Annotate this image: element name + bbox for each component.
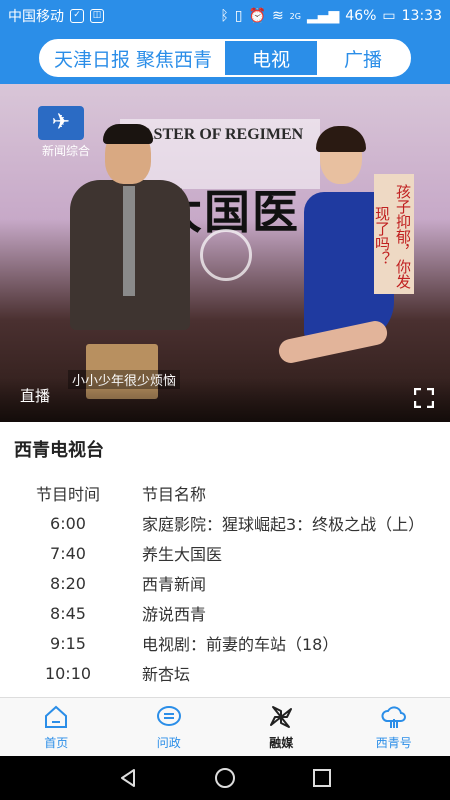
player-control-bar (0, 378, 450, 422)
nav-label: 首页 (44, 736, 69, 750)
table-row[interactable]: 9:15 电视剧：前妻的车站（18） (0, 628, 450, 658)
alarm-icon: ⏰ (248, 8, 266, 24)
nav-label: 融媒 (269, 736, 294, 750)
program-name: 家庭影院：猩球崛起3：终极之战（上） (142, 515, 425, 534)
bluetooth-icon: ᛒ (220, 8, 229, 24)
live-label: 直播 (20, 387, 51, 405)
home-circle-icon[interactable] (214, 767, 236, 789)
cloud-icon (381, 706, 406, 728)
table-row[interactable]: 7:40 养生大国医 (0, 538, 450, 568)
table-row[interactable]: 10:10 新杏坛 (0, 658, 450, 688)
recents-icon[interactable] (311, 767, 333, 789)
program-name: 游说西青 (142, 605, 207, 624)
carrier-label: 中国移动 (8, 9, 64, 25)
wifi-icon: ≋ (271, 8, 284, 24)
tab-radio[interactable]: 广播 (317, 41, 409, 75)
program-time: 10:10 (44, 663, 92, 683)
nav-label: 西青号 (375, 736, 412, 750)
nav-home[interactable]: 首页 (0, 698, 113, 756)
tab-tv[interactable]: 电视 (225, 41, 317, 75)
system-nav-bar (0, 756, 450, 800)
pinwheel-icon (270, 706, 293, 728)
notification-icon: ◫ (90, 9, 104, 23)
tab-newspaper[interactable]: 天津日报 聚焦西青 (41, 41, 225, 75)
nav-label: 问政 (156, 736, 181, 750)
nav-inquiry[interactable]: 问政 (113, 698, 226, 756)
vibrate-icon: ▯ (234, 8, 243, 24)
back-icon[interactable] (117, 767, 139, 789)
bottom-nav: 首页 问政 融媒 西青号 (0, 697, 450, 756)
header: 天津日报 聚焦西青 电视 广播 (0, 32, 450, 84)
table-row[interactable]: 8:45 游说西青 (0, 598, 450, 628)
nav-media[interactable]: 融媒 (225, 698, 338, 756)
video-player[interactable]: ASTER OF REGIMEN 大国医 ✈ 新闻综合 孩子抑郁，你发现了吗？ … (0, 84, 450, 422)
battery-percent: 46% (345, 8, 377, 24)
loading-ring-icon (200, 229, 252, 281)
clock: 13:33 (401, 8, 442, 24)
table-row[interactable]: 6:00 家庭影院：猩球崛起3：终极之战（上） (0, 508, 450, 538)
program-name: 电视剧：前妻的车站（18） (142, 635, 339, 654)
program-schedule[interactable]: 节目时间 节目名称 6:00 家庭影院：猩球崛起3：终极之战（上） 7:40 养… (0, 478, 450, 696)
home-icon (45, 705, 68, 728)
table-row[interactable]: 8:20 西青新闻 (0, 568, 450, 598)
program-name: 新杏坛 (142, 665, 191, 684)
column-header-name: 节目名称 (142, 485, 207, 504)
battery-icon: ▭ (382, 8, 396, 24)
fullscreen-icon[interactable] (414, 388, 434, 408)
program-name: 西青新闻 (142, 575, 207, 594)
program-time: 8:20 (50, 573, 86, 593)
chat-icon (156, 706, 181, 726)
program-name: 养生大国医 (142, 545, 223, 564)
status-bar: 中国移动 ✓ ◫ ᛒ ▯ ⏰ ≋ 2G ▂▄▆ 46% ▭ 13:33 (0, 0, 450, 32)
program-time: 6:00 (50, 513, 86, 533)
station-title: 西青电视台 (14, 440, 104, 461)
program-time: 7:40 (50, 543, 86, 563)
column-header-time: 节目时间 (35, 485, 100, 504)
network-type: 2G (289, 11, 301, 21)
nav-xiqing[interactable]: 西青号 (338, 698, 450, 756)
shield-icon: ✓ (70, 9, 84, 23)
signal-icon: ▂▄▆ (306, 8, 340, 24)
program-time: 9:15 (50, 633, 86, 653)
media-tabs: 天津日报 聚焦西青 电视 广播 (39, 39, 411, 77)
program-time: 8:45 (50, 603, 86, 623)
side-banner: 孩子抑郁，你发现了吗？ (373, 174, 414, 294)
schedule-header: 节目时间 节目名称 (0, 478, 450, 508)
